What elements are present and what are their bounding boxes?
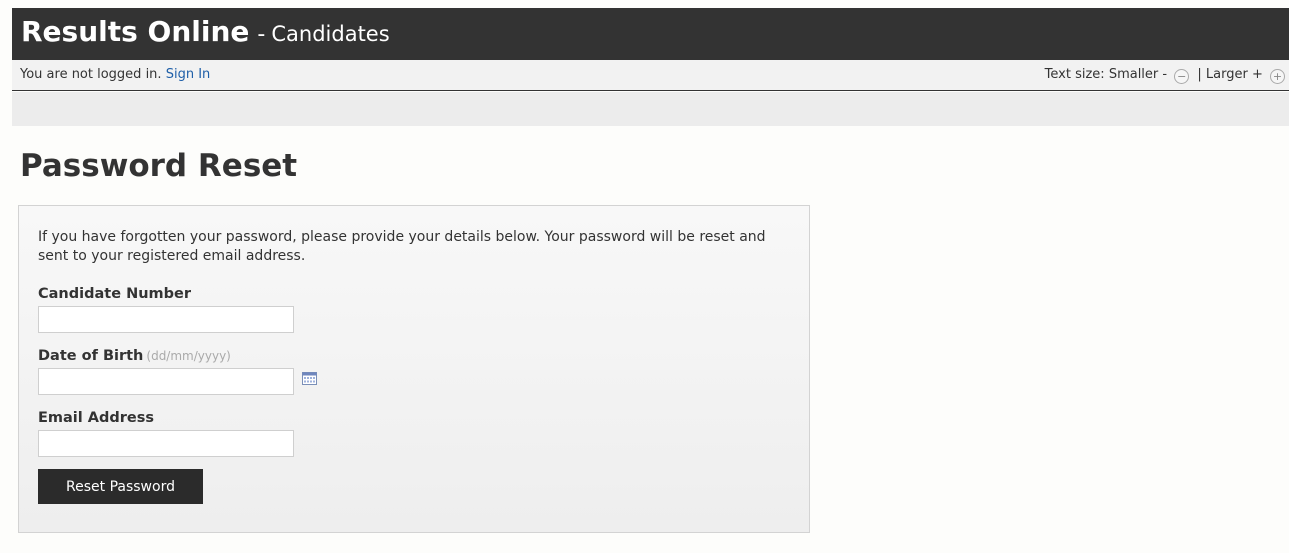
- email-address-input[interactable]: [38, 430, 294, 457]
- app-title: Results Online: [21, 15, 250, 48]
- password-reset-panel: If you have forgotten your password, ple…: [18, 205, 810, 533]
- sub-nav-bar: [12, 92, 1289, 126]
- text-size-controls: Text size: Smaller - − | Larger + +: [1045, 67, 1285, 84]
- text-size-label: Text size:: [1044, 67, 1105, 82]
- calendar-icon[interactable]: [302, 372, 317, 385]
- date-of-birth-label-text: Date of Birth: [38, 348, 144, 364]
- login-status: You are not logged in. Sign In: [20, 67, 210, 82]
- candidate-number-input[interactable]: [38, 306, 294, 333]
- app-subtitle: Candidates: [271, 22, 390, 46]
- login-status-text: You are not logged in.: [20, 67, 162, 82]
- page-title: Password Reset: [20, 148, 298, 184]
- user-bar: You are not logged in. Sign In Text size…: [12, 60, 1289, 91]
- larger-text-label: Larger +: [1205, 67, 1263, 82]
- site-title: Results Online - Candidates: [21, 15, 390, 48]
- title-separator: -: [257, 22, 266, 47]
- reset-password-button[interactable]: Reset Password: [38, 469, 203, 504]
- sign-in-link[interactable]: Sign In: [166, 67, 211, 82]
- email-address-label: Email Address: [38, 410, 155, 426]
- smaller-text-label: Smaller -: [1108, 67, 1168, 82]
- text-size-divider: |: [1197, 67, 1202, 82]
- candidate-number-label: Candidate Number: [38, 286, 192, 302]
- date-of-birth-input[interactable]: [38, 368, 294, 395]
- date-format-hint: (dd/mm/yyyy): [146, 349, 231, 363]
- site-header: Results Online - Candidates: [12, 8, 1289, 60]
- minus-icon[interactable]: −: [1174, 69, 1190, 84]
- date-of-birth-label: Date of Birth (dd/mm/yyyy): [38, 348, 231, 364]
- intro-text: If you have forgotten your password, ple…: [38, 229, 766, 264]
- plus-icon[interactable]: +: [1270, 69, 1285, 84]
